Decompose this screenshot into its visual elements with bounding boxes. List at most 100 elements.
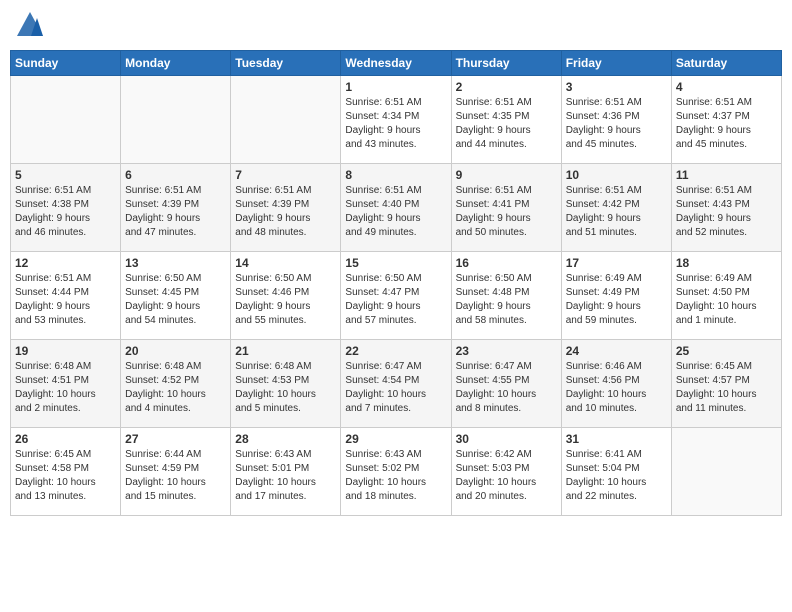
day-info: Sunrise: 6:51 AM Sunset: 4:41 PM Dayligh… [456, 184, 557, 240]
calendar-cell: 12 Sunrise: 6:51 AM Sunset: 4:44 PM Dayli… [11, 252, 121, 340]
day-number: 1 [345, 80, 446, 94]
calendar-cell: 11Sunrise: 6:51 AM Sunset: 4:43 PM Dayli… [671, 164, 781, 252]
day-number: 22 [345, 344, 446, 358]
day-number: 3 [566, 80, 667, 94]
day-info: Sunrise: 6:51 AM Sunset: 4:44 PM Dayligh… [15, 272, 116, 328]
day-number: 9 [456, 168, 557, 182]
calendar: SundayMondayTuesdayWednesdayThursdayFrid… [10, 50, 782, 516]
calendar-cell: 13 Sunrise: 6:50 AM Sunset: 4:45 PM Dayli… [121, 252, 231, 340]
day-info: Sunrise: 6:51 AM Sunset: 4:37 PM Dayligh… [676, 96, 777, 152]
day-info: Sunrise: 6:41 AM Sunset: 5:04 PM Dayligh… [566, 448, 667, 504]
day-number: 18 [676, 256, 777, 270]
calendar-cell: 14 Sunrise: 6:50 AM Sunset: 4:46 PM Dayli… [231, 252, 341, 340]
calendar-cell: 4 Sunrise: 6:51 AM Sunset: 4:37 PM Daylig… [671, 76, 781, 164]
day-info: Sunrise: 6:51 AM Sunset: 4:39 PM Dayligh… [235, 184, 336, 240]
logo-icon [15, 10, 45, 40]
day-info: Sunrise: 6:48 AM Sunset: 4:52 PM Dayligh… [125, 360, 226, 416]
day-number: 7 [235, 168, 336, 182]
day-number: 2 [456, 80, 557, 94]
calendar-cell: 3 Sunrise: 6:51 AM Sunset: 4:36 PM Daylig… [561, 76, 671, 164]
day-info: Sunrise: 6:43 AM Sunset: 5:01 PM Dayligh… [235, 448, 336, 504]
calendar-cell [231, 76, 341, 164]
day-number: 20 [125, 344, 226, 358]
calendar-cell: 9 Sunrise: 6:51 AM Sunset: 4:41 PM Daylig… [451, 164, 561, 252]
day-number: 28 [235, 432, 336, 446]
calendar-cell: 26 Sunrise: 6:45 AM Sunset: 4:58 PM Dayli… [11, 428, 121, 516]
calendar-cell: 28 Sunrise: 6:43 AM Sunset: 5:01 PM Dayli… [231, 428, 341, 516]
calendar-week-row: 12 Sunrise: 6:51 AM Sunset: 4:44 PM Dayli… [11, 252, 782, 340]
day-of-week-header: Monday [121, 51, 231, 76]
page: SundayMondayTuesdayWednesdayThursdayFrid… [0, 0, 792, 612]
day-number: 4 [676, 80, 777, 94]
day-info: Sunrise: 6:45 AM Sunset: 4:58 PM Dayligh… [15, 448, 116, 504]
calendar-week-row: 5 Sunrise: 6:51 AM Sunset: 4:38 PM Daylig… [11, 164, 782, 252]
calendar-cell: 7 Sunrise: 6:51 AM Sunset: 4:39 PM Daylig… [231, 164, 341, 252]
calendar-header-row: SundayMondayTuesdayWednesdayThursdayFrid… [11, 51, 782, 76]
header [10, 10, 782, 40]
calendar-cell: 27Sunrise: 6:44 AM Sunset: 4:59 PM Dayli… [121, 428, 231, 516]
day-number: 10 [566, 168, 667, 182]
calendar-cell: 22 Sunrise: 6:47 AM Sunset: 4:54 PM Dayli… [341, 340, 451, 428]
calendar-cell [671, 428, 781, 516]
logo [15, 10, 47, 40]
day-info: Sunrise: 6:51 AM Sunset: 4:42 PM Dayligh… [566, 184, 667, 240]
calendar-cell: 21Sunrise: 6:48 AM Sunset: 4:53 PM Dayli… [231, 340, 341, 428]
day-info: Sunrise: 6:48 AM Sunset: 4:51 PM Dayligh… [15, 360, 116, 416]
calendar-week-row: 1 Sunrise: 6:51 AM Sunset: 4:34 PM Daylig… [11, 76, 782, 164]
day-number: 14 [235, 256, 336, 270]
day-info: Sunrise: 6:51 AM Sunset: 4:35 PM Dayligh… [456, 96, 557, 152]
day-of-week-header: Thursday [451, 51, 561, 76]
calendar-cell: 20 Sunrise: 6:48 AM Sunset: 4:52 PM Dayli… [121, 340, 231, 428]
calendar-cell [121, 76, 231, 164]
calendar-cell: 10 Sunrise: 6:51 AM Sunset: 4:42 PM Dayli… [561, 164, 671, 252]
day-info: Sunrise: 6:50 AM Sunset: 4:46 PM Dayligh… [235, 272, 336, 328]
day-info: Sunrise: 6:44 AM Sunset: 4:59 PM Dayligh… [125, 448, 226, 504]
day-info: Sunrise: 6:47 AM Sunset: 4:55 PM Dayligh… [456, 360, 557, 416]
day-of-week-header: Wednesday [341, 51, 451, 76]
day-of-week-header: Friday [561, 51, 671, 76]
calendar-cell [11, 76, 121, 164]
calendar-cell: 24Sunrise: 6:46 AM Sunset: 4:56 PM Dayli… [561, 340, 671, 428]
day-info: Sunrise: 6:49 AM Sunset: 4:50 PM Dayligh… [676, 272, 777, 328]
calendar-cell: 8Sunrise: 6:51 AM Sunset: 4:40 PM Daylig… [341, 164, 451, 252]
day-info: Sunrise: 6:42 AM Sunset: 5:03 PM Dayligh… [456, 448, 557, 504]
day-number: 29 [345, 432, 446, 446]
calendar-week-row: 19 Sunrise: 6:48 AM Sunset: 4:51 PM Dayli… [11, 340, 782, 428]
day-number: 21 [235, 344, 336, 358]
day-info: Sunrise: 6:51 AM Sunset: 4:38 PM Dayligh… [15, 184, 116, 240]
day-number: 6 [125, 168, 226, 182]
calendar-cell: 19 Sunrise: 6:48 AM Sunset: 4:51 PM Dayli… [11, 340, 121, 428]
day-info: Sunrise: 6:51 AM Sunset: 4:39 PM Dayligh… [125, 184, 226, 240]
calendar-cell: 17Sunrise: 6:49 AM Sunset: 4:49 PM Dayli… [561, 252, 671, 340]
day-of-week-header: Tuesday [231, 51, 341, 76]
day-info: Sunrise: 6:51 AM Sunset: 4:43 PM Dayligh… [676, 184, 777, 240]
calendar-cell: 23Sunrise: 6:47 AM Sunset: 4:55 PM Dayli… [451, 340, 561, 428]
day-info: Sunrise: 6:46 AM Sunset: 4:56 PM Dayligh… [566, 360, 667, 416]
day-number: 17 [566, 256, 667, 270]
day-number: 26 [15, 432, 116, 446]
calendar-cell: 25Sunrise: 6:45 AM Sunset: 4:57 PM Dayli… [671, 340, 781, 428]
day-number: 15 [345, 256, 446, 270]
day-info: Sunrise: 6:45 AM Sunset: 4:57 PM Dayligh… [676, 360, 777, 416]
day-number: 12 [15, 256, 116, 270]
day-info: Sunrise: 6:47 AM Sunset: 4:54 PM Dayligh… [345, 360, 446, 416]
calendar-cell: 6 Sunrise: 6:51 AM Sunset: 4:39 PM Daylig… [121, 164, 231, 252]
calendar-cell: 29Sunrise: 6:43 AM Sunset: 5:02 PM Dayli… [341, 428, 451, 516]
day-info: Sunrise: 6:50 AM Sunset: 4:45 PM Dayligh… [125, 272, 226, 328]
calendar-cell: 1 Sunrise: 6:51 AM Sunset: 4:34 PM Daylig… [341, 76, 451, 164]
calendar-cell: 15 Sunrise: 6:50 AM Sunset: 4:47 PM Dayli… [341, 252, 451, 340]
day-number: 31 [566, 432, 667, 446]
day-info: Sunrise: 6:51 AM Sunset: 4:34 PM Dayligh… [345, 96, 446, 152]
calendar-cell: 30Sunrise: 6:42 AM Sunset: 5:03 PM Dayli… [451, 428, 561, 516]
day-info: Sunrise: 6:51 AM Sunset: 4:36 PM Dayligh… [566, 96, 667, 152]
day-of-week-header: Saturday [671, 51, 781, 76]
day-number: 5 [15, 168, 116, 182]
day-number: 13 [125, 256, 226, 270]
day-info: Sunrise: 6:51 AM Sunset: 4:40 PM Dayligh… [345, 184, 446, 240]
day-number: 16 [456, 256, 557, 270]
day-info: Sunrise: 6:50 AM Sunset: 4:48 PM Dayligh… [456, 272, 557, 328]
calendar-cell: 31 Sunrise: 6:41 AM Sunset: 5:04 PM Dayli… [561, 428, 671, 516]
day-number: 19 [15, 344, 116, 358]
calendar-cell: 16 Sunrise: 6:50 AM Sunset: 4:48 PM Dayli… [451, 252, 561, 340]
day-info: Sunrise: 6:50 AM Sunset: 4:47 PM Dayligh… [345, 272, 446, 328]
